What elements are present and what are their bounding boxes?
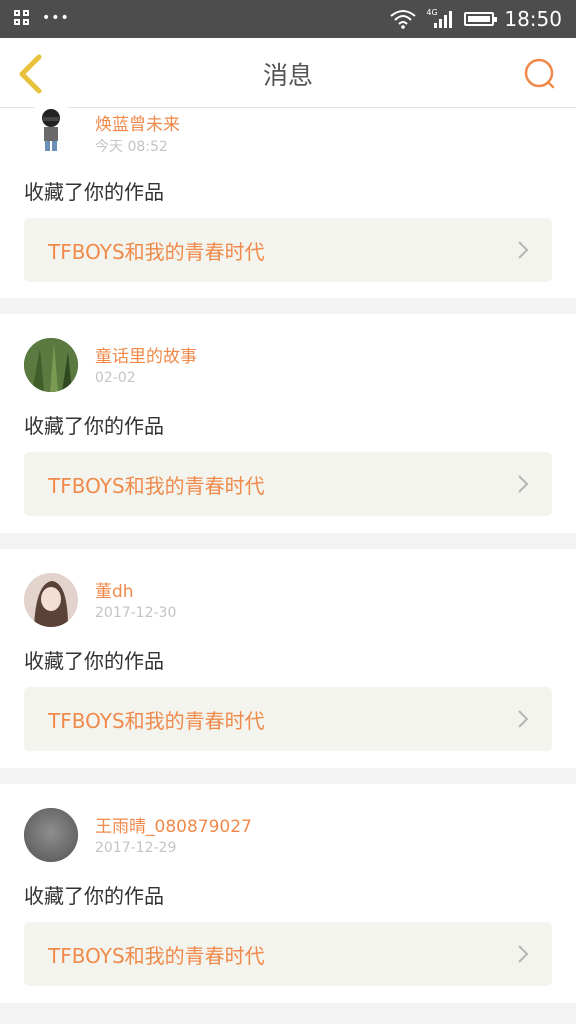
work-title: TFBOYS和我的青春时代 (48, 240, 265, 264)
sender-name[interactable]: 王雨晴_080879027 (95, 812, 252, 837)
avatar[interactable] (24, 338, 78, 392)
chevron-right-icon (518, 241, 529, 259)
work-title: TFBOYS和我的青春时代 (48, 709, 265, 733)
message-time: 2017-12-30 (95, 605, 177, 621)
wifi-icon (390, 10, 416, 29)
message-action: 收藏了你的作品 (24, 884, 164, 908)
message-action: 收藏了你的作品 (24, 414, 164, 438)
status-bar: ••• 4G 18:50 (0, 0, 576, 38)
message-time: 今天 08:52 (95, 139, 168, 155)
cellular-signal-icon: 4G (426, 8, 454, 30)
message-list: 焕蓝曾未来 今天 08:52 收藏了你的作品 TFBOYS和我的青春时代 童话里… (0, 102, 576, 1019)
work-title: TFBOYS和我的青春时代 (48, 944, 265, 968)
message-time: 02-02 (95, 370, 136, 386)
status-time: 18:50 (504, 7, 562, 31)
chevron-right-icon (518, 945, 529, 963)
work-title: TFBOYS和我的青春时代 (48, 474, 265, 498)
sender-name[interactable]: 童话里的故事 (95, 342, 197, 367)
network-type-label: 4G (426, 8, 438, 17)
message-card: 童话里的故事 02-02 收藏了你的作品 TFBOYS和我的青春时代 (0, 314, 576, 533)
message-card: 焕蓝曾未来 今天 08:52 收藏了你的作品 TFBOYS和我的青春时代 (0, 102, 576, 298)
message-action: 收藏了你的作品 (24, 649, 164, 673)
avatar[interactable] (24, 573, 78, 627)
work-link[interactable]: TFBOYS和我的青春时代 (24, 218, 552, 282)
message-card: 王雨晴_080879027 2017-12-29 收藏了你的作品 TFBOYS和… (0, 784, 576, 1003)
app-grid-icon (14, 10, 30, 26)
sender-name[interactable]: 焕蓝曾未来 (95, 110, 180, 135)
work-link[interactable]: TFBOYS和我的青春时代 (24, 687, 552, 751)
app-header: 消息 (0, 38, 576, 108)
work-link[interactable]: TFBOYS和我的青春时代 (24, 922, 552, 986)
battery-icon (464, 12, 498, 26)
work-link[interactable]: TFBOYS和我的青春时代 (24, 452, 552, 516)
avatar[interactable] (24, 102, 78, 156)
message-action: 收藏了你的作品 (24, 180, 164, 204)
page-title: 消息 (262, 61, 313, 90)
chevron-right-icon (518, 475, 529, 493)
search-icon (524, 58, 555, 89)
sender-name[interactable]: 董dh (95, 577, 134, 602)
message-card: 董dh 2017-12-30 收藏了你的作品 TFBOYS和我的青春时代 (0, 549, 576, 768)
more-notifications-icon: ••• (42, 10, 70, 26)
avatar[interactable] (24, 808, 78, 862)
search-button[interactable] (522, 56, 558, 92)
message-time: 2017-12-29 (95, 840, 177, 856)
chevron-right-icon (518, 710, 529, 728)
